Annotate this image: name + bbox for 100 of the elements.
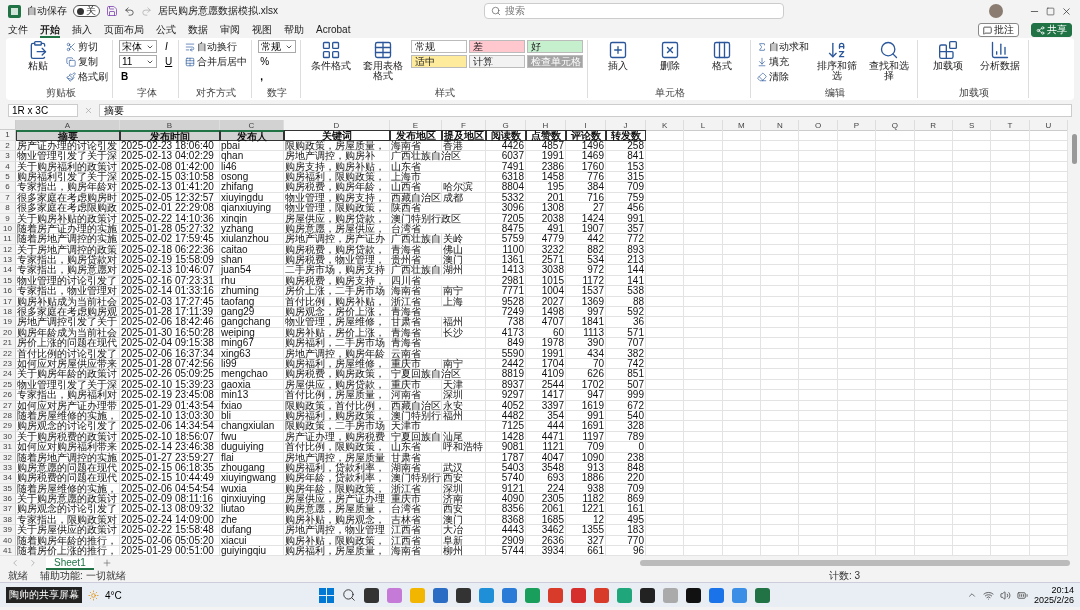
cell-style[interactable]: 适中 — [411, 55, 468, 68]
sheet-tab[interactable]: Sheet1 — [46, 556, 94, 570]
horizontal-scrollbar[interactable] — [640, 560, 1070, 567]
header-cell[interactable]: 发布人 — [220, 130, 284, 141]
row-number[interactable]: 1 — [0, 130, 16, 141]
row-number[interactable]: 34 — [0, 473, 16, 484]
row-number[interactable]: 16 — [0, 286, 16, 297]
row-number[interactable]: 27 — [0, 400, 16, 411]
menu-tab[interactable]: 帮助 — [284, 22, 304, 38]
search-field[interactable]: 搜索 — [483, 3, 784, 19]
ribbon-button[interactable]: 条件格式 — [307, 40, 356, 71]
ribbon-button[interactable]: 合并后居中 — [185, 55, 248, 68]
row-number[interactable]: 19 — [0, 317, 16, 328]
ribbon-button[interactable]: 查找和选择 — [865, 40, 914, 81]
header-cell[interactable]: 转发数 — [606, 130, 646, 141]
ribbon-button[interactable]: 填充 — [757, 55, 810, 68]
format-button[interactable]: % — [258, 55, 297, 68]
ribbon-button[interactable]: 清除 — [757, 70, 810, 83]
row-number[interactable]: 22 — [0, 348, 16, 359]
row-number[interactable]: 8 — [0, 203, 16, 214]
row-number[interactable]: 3 — [0, 151, 16, 162]
start-icon[interactable] — [318, 587, 334, 603]
row-number[interactable]: 6 — [0, 182, 16, 193]
share-button[interactable]: 共享 — [1031, 23, 1072, 37]
ribbon-button[interactable]: 粘贴 — [14, 40, 62, 71]
format-button[interactable]: I — [163, 40, 175, 53]
column-header[interactable]: I — [566, 120, 606, 131]
cell-style[interactable]: 差 — [469, 40, 526, 53]
app-icon[interactable] — [639, 587, 655, 603]
menu-tab[interactable]: 审阅 — [220, 22, 240, 38]
menu-tab[interactable]: 页面布局 — [104, 22, 144, 38]
row-number[interactable]: 29 — [0, 421, 16, 432]
dropdown[interactable]: 11 — [119, 55, 157, 68]
header-cell[interactable]: 关键词 — [284, 130, 390, 141]
dropdown[interactable]: 常规 — [258, 40, 297, 53]
header-cell[interactable]: 提及地区 — [442, 130, 486, 141]
cell-style[interactable]: 常规 — [411, 40, 468, 53]
ribbon-button[interactable]: 排序和筛选 — [813, 40, 862, 81]
app-icon[interactable] — [685, 587, 701, 603]
row-number[interactable]: 11 — [0, 234, 16, 245]
ribbon-button[interactable]: 格式 — [698, 40, 747, 71]
name-box[interactable]: 1R x 3C — [8, 103, 78, 117]
ribbon-button[interactable]: 自动求和 — [757, 40, 810, 53]
ribbon-button[interactable]: 分析数据 — [976, 40, 1025, 71]
ribbon-button[interactable]: 剪切 — [66, 40, 108, 53]
row-number[interactable]: 4 — [0, 161, 16, 172]
column-header[interactable]: Q — [876, 120, 915, 131]
row-number[interactable]: 9 — [0, 213, 16, 224]
ribbon-button[interactable]: 删除 — [646, 40, 695, 71]
column-header[interactable]: P — [837, 120, 877, 131]
column-header[interactable]: U — [1029, 120, 1068, 131]
accessibility-status[interactable]: 辅助功能: 一切就绪 — [40, 569, 126, 584]
header-cell[interactable]: 阅读数 — [486, 130, 526, 141]
header-cell[interactable]: 点赞数 — [526, 130, 566, 141]
ribbon-button[interactable]: 复制 — [66, 55, 108, 68]
menu-tab[interactable]: 插入 — [72, 22, 92, 38]
format-button[interactable]: B — [119, 70, 157, 83]
row-number[interactable]: 31 — [0, 442, 16, 453]
format-button[interactable]: , — [258, 70, 297, 83]
autosave-toggle[interactable]: 关 — [73, 5, 100, 17]
row-number[interactable]: 14 — [0, 265, 16, 276]
ribbon-button[interactable]: 格式刷 — [66, 70, 108, 83]
row-number[interactable]: 32 — [0, 452, 16, 463]
menu-tab[interactable]: 文件 — [8, 22, 28, 38]
header-cell[interactable]: 评论数 — [566, 130, 606, 141]
app-icon[interactable] — [455, 587, 471, 603]
menu-tab[interactable]: Acrobat — [316, 22, 351, 38]
column-header[interactable]: L — [684, 120, 723, 131]
header-cell[interactable]: 发布时间 — [120, 130, 220, 141]
row-number[interactable]: 24 — [0, 369, 16, 380]
row-number[interactable]: 21 — [0, 338, 16, 349]
column-header[interactable]: S — [952, 120, 992, 131]
column-header[interactable]: M — [722, 120, 762, 131]
menu-tab[interactable]: 视图 — [252, 22, 272, 38]
column-header[interactable]: K — [646, 120, 685, 131]
header-cell[interactable]: 摘要 — [16, 130, 120, 141]
row-number[interactable]: 5 — [0, 171, 16, 183]
column-header[interactable]: N — [761, 120, 800, 131]
row-number[interactable]: 2 — [0, 140, 16, 152]
menu-tab[interactable]: 公式 — [156, 22, 176, 38]
ribbon-button[interactable]: 自动换行 — [185, 40, 248, 53]
column-header[interactable]: R — [914, 120, 953, 131]
app-icon[interactable] — [363, 587, 379, 603]
column-header[interactable]: O — [799, 120, 838, 131]
ribbon-button[interactable]: 套用表格格式 — [359, 40, 408, 81]
menu-tab[interactable]: 数据 — [188, 22, 208, 38]
clock-date[interactable]: 2025/2/26 — [1033, 595, 1074, 606]
cell-style[interactable]: 计算 — [469, 55, 526, 68]
comment-button[interactable]: 批注 — [978, 23, 1019, 37]
row-number[interactable]: 7 — [0, 192, 16, 204]
dropdown[interactable]: 宋体 — [119, 40, 157, 53]
row-number[interactable]: 37 — [0, 504, 16, 515]
clock-time[interactable]: 20:14 — [1051, 585, 1074, 596]
header-cell[interactable]: 发布地区 — [390, 130, 442, 141]
column-header[interactable]: T — [991, 120, 1030, 131]
ribbon-button[interactable]: 加载项 — [924, 40, 973, 71]
row-number[interactable]: 39 — [0, 525, 16, 536]
avatar[interactable] — [989, 4, 1003, 18]
format-button[interactable]: U — [163, 55, 175, 68]
cell-style[interactable]: 好 — [527, 40, 584, 53]
